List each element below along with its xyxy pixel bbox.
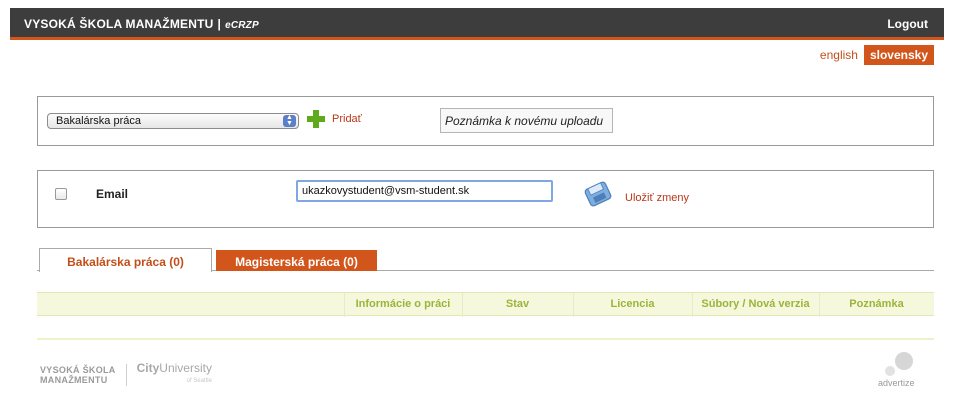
save-changes-link[interactable]: Uložiť zmeny [625,192,689,204]
brand-name: VYSOKÁ ŠKOLA MANAŽMENTU [24,17,214,31]
top-bar: VYSOKÁ ŠKOLA MANAŽMENTU | eCRZP Logout [10,8,944,40]
save-icon[interactable] [583,179,613,209]
thesis-tabs: Bakalárska práca (0) Magisterská práca (… [37,248,934,272]
city-logo-thin: University [159,361,212,375]
vsm-logo-line2: MANAŽMENTU [40,374,108,385]
thesis-type-select-value: Bakalárska práca [56,115,141,127]
upload-panel: Bakalárska práca ▲ ▼ Pridať Poznámka k no… [37,96,934,146]
tab-bachelor[interactable]: Bakalárska práca (0) [39,248,212,272]
column-files[interactable]: Súbory / Nová verzia [692,298,819,310]
advertize-label: advertize [878,378,915,388]
brand-separator: | [217,17,222,31]
thesis-type-select[interactable]: Bakalárska práca ▲ ▼ [47,113,299,129]
table-header: Informácie o práci Stav Licencia Súbory … [37,292,934,317]
advertize-dot-icon [895,352,913,370]
advertize-dot-icon [885,366,895,376]
add-link[interactable]: Pridať [332,113,362,125]
advertize-logo[interactable]: advertize [874,352,924,390]
city-logo-sub: of Seattle [186,378,212,384]
language-switcher: english slovensky [820,45,934,65]
brand-subtitle: eCRZP [225,20,259,31]
tab-master[interactable]: Magisterská práca (0) [216,250,377,271]
column-license[interactable]: Licencia [573,298,692,310]
column-note[interactable]: Poznámka [819,298,934,310]
logo-divider [125,363,127,386]
language-slovak-active[interactable]: slovensky [863,45,934,65]
footer-logo: VYSOKÁ ŠKOLA MANAŽMENTU CityUniversity o… [40,362,212,387]
table-bottom-line [37,338,934,340]
brand: VYSOKÁ ŠKOLA MANAŽMENTU | eCRZP [24,17,259,31]
email-input[interactable] [296,180,553,202]
column-info[interactable]: Informácie o práci [344,298,462,310]
vsm-logo-line1: VYSOKÁ ŠKOLA [40,364,116,375]
email-checkbox[interactable] [55,188,67,200]
logout-link[interactable]: Logout [887,17,928,31]
city-university-logo: CityUniversity of Seattle [137,362,212,387]
vsm-logo: VYSOKÁ ŠKOLA MANAŽMENTU [40,365,116,385]
add-plus-icon[interactable] [307,110,325,128]
language-english-link[interactable]: english [820,48,858,62]
select-arrows-icon: ▲ ▼ [283,114,296,127]
city-logo-bold: City [136,361,160,375]
email-panel: Email Uložiť zmeny [37,170,934,228]
column-status[interactable]: Stav [462,298,573,310]
upload-note-button[interactable]: Poznámka k novému uploadu [440,108,613,133]
email-label: Email [96,187,129,201]
